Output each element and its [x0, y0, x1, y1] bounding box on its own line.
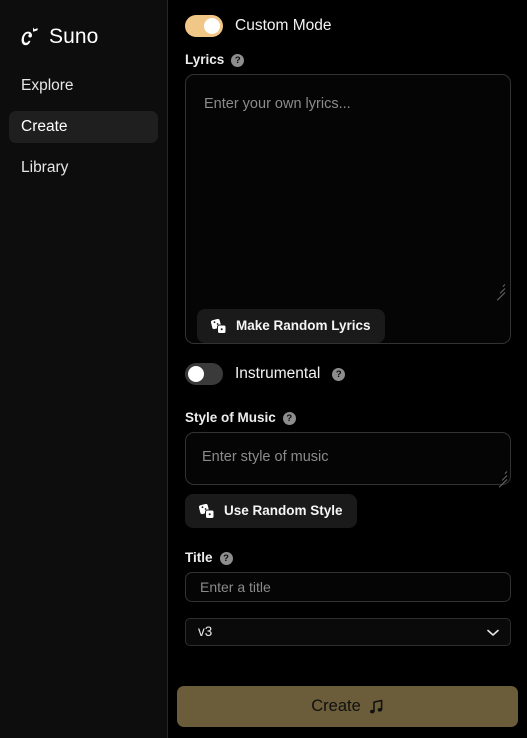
model-version-select[interactable]: v3: [185, 618, 511, 646]
create-button[interactable]: Create: [177, 686, 518, 727]
lyrics-resize-handle[interactable]: [492, 282, 506, 301]
style-of-music-label: Style of Music: [185, 410, 276, 425]
make-random-lyrics-label: Make Random Lyrics: [236, 318, 371, 333]
title-help-icon[interactable]: ?: [219, 551, 233, 565]
sidebar-item-create[interactable]: Create: [9, 111, 158, 143]
style-of-music-input[interactable]: [185, 432, 511, 485]
lyrics-card: Make Random Lyrics: [185, 74, 511, 344]
sidebar-item-library[interactable]: Library: [9, 152, 158, 184]
custom-mode-row: Custom Mode: [185, 12, 511, 40]
instrumental-row: Instrumental ?: [185, 360, 511, 388]
lyrics-help-icon[interactable]: ?: [231, 53, 245, 67]
dice-icon: [211, 318, 227, 334]
instrumental-help-icon[interactable]: ?: [332, 367, 346, 381]
music-note-icon: [369, 699, 383, 713]
lyrics-label-row: Lyrics ?: [185, 52, 511, 68]
toggle-knob: [204, 18, 220, 34]
sidebar-item-explore[interactable]: Explore: [9, 70, 158, 102]
brand[interactable]: Suno: [0, 0, 167, 54]
use-random-style-button[interactable]: Use Random Style: [185, 494, 357, 528]
sidebar-nav: Explore Create Library: [0, 54, 167, 184]
title-label: Title: [185, 550, 213, 565]
style-of-music-wrap: [185, 432, 511, 488]
toggle-knob: [188, 366, 204, 382]
suno-wave-logo-icon: [21, 27, 38, 45]
dice-icon: [199, 503, 215, 519]
chevron-down-icon: [487, 629, 499, 636]
create-button-label: Create: [311, 697, 361, 715]
style-label-row: Style of Music ?: [185, 410, 511, 426]
style-resize-handle[interactable]: [494, 469, 508, 488]
brand-name: Suno: [49, 25, 99, 48]
style-of-music-help-icon[interactable]: ?: [282, 411, 296, 425]
use-random-style-label: Use Random Style: [224, 503, 343, 518]
title-label-row: Title ?: [185, 550, 511, 566]
lyrics-input[interactable]: [186, 75, 510, 299]
model-version-value: v3: [198, 624, 213, 639]
title-input[interactable]: [185, 572, 511, 602]
lyrics-label: Lyrics: [185, 52, 225, 67]
sidebar: Suno Explore Create Library: [0, 0, 168, 738]
make-random-lyrics-button[interactable]: Make Random Lyrics: [197, 309, 385, 343]
suno-create-page: Suno Explore Create Library Custom Mode …: [0, 0, 527, 738]
instrumental-toggle[interactable]: [185, 363, 223, 385]
custom-mode-toggle[interactable]: [185, 15, 223, 37]
custom-mode-label: Custom Mode: [235, 17, 332, 34]
instrumental-label: Instrumental: [235, 365, 321, 382]
create-form-panel: Custom Mode Lyrics ? Make Random Lyric: [168, 0, 527, 738]
